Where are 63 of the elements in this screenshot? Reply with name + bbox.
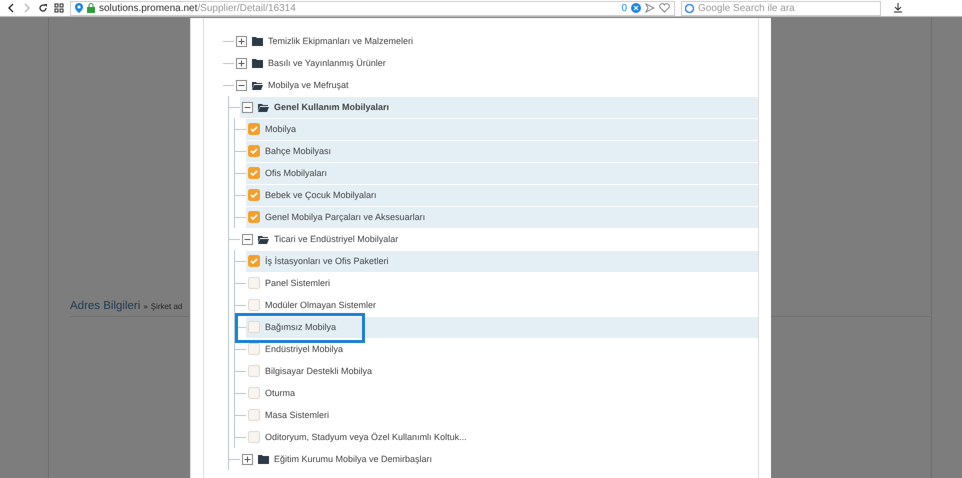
checkbox[interactable] [248, 299, 260, 311]
collapse-toggle[interactable] [242, 102, 253, 112]
option-label[interactable]: Mobilya [265, 124, 296, 134]
location-pin-icon [75, 3, 83, 13]
option-label[interactable]: Bebek ve Çocuk Mobilyaları [265, 190, 377, 200]
option-label[interactable]: Bahçe Mobilyası [265, 146, 332, 156]
address-bar[interactable]: solutions.promena.net/Supplier/Detail/16314 0 [70, 0, 675, 16]
checkbox[interactable] [248, 255, 260, 267]
folder-icon [258, 102, 269, 112]
collapse-toggle[interactable] [242, 234, 253, 244]
expand-toggle[interactable] [236, 36, 247, 46]
tree-label[interactable]: Ticari ve Endüstriyel Mobilyalar [274, 234, 398, 244]
folder-icon [258, 234, 269, 244]
download-icon[interactable] [893, 3, 903, 13]
option-label[interactable]: Masa Sistemleri [265, 410, 330, 420]
option-label[interactable]: Endüstriyel Mobilya [265, 344, 344, 354]
expand-toggle[interactable] [242, 454, 253, 464]
forward-icon[interactable] [22, 3, 32, 13]
checkbox[interactable] [248, 409, 260, 421]
option-label[interactable]: Oditoryum, Stadyum veya Özel Kullanımlı Koltuk... [265, 432, 467, 442]
folder-icon [252, 58, 263, 68]
checkbox[interactable] [248, 167, 260, 179]
expand-toggle[interactable] [236, 58, 247, 68]
checkbox[interactable] [248, 211, 260, 223]
section-title: Adres Bilgileri [70, 300, 140, 312]
checkbox[interactable] [248, 123, 260, 135]
option-label[interactable]: Oturma [265, 388, 296, 398]
option-label[interactable]: İş İstasyonları ve Ofis Paketleri [265, 256, 389, 266]
checkbox[interactable] [248, 343, 260, 355]
checkbox[interactable] [248, 189, 260, 201]
tree-label[interactable]: Mobilya ve Mefruşat [268, 80, 349, 90]
tree-label[interactable]: Eğitim Kurumu Mobilya ve Demirbaşları [274, 454, 432, 464]
reload-icon[interactable] [38, 3, 48, 13]
counter-text: 0 [621, 2, 627, 14]
option-label[interactable]: Panel Sistemleri [265, 278, 330, 288]
heart-icon[interactable] [659, 3, 670, 13]
collapse-toggle[interactable] [236, 80, 247, 90]
tree-label[interactable]: Genel Kullanım Mobilyaları [274, 102, 390, 112]
section-subtitle: Şirket ad [150, 302, 182, 311]
option-label[interactable]: Bağımsız Mobilya [265, 322, 336, 332]
checkbox[interactable] [248, 145, 260, 157]
back-icon[interactable] [6, 3, 16, 13]
url-text: solutions.promena.net/Supplier/Detail/16314 [99, 2, 296, 14]
option-label[interactable]: Ofis Mobilyaları [265, 168, 328, 178]
folder-icon [258, 454, 269, 464]
option-label[interactable]: Modüler Olmayan Sistemler [265, 300, 376, 310]
grid-icon[interactable] [54, 3, 64, 13]
checkbox[interactable] [248, 431, 260, 443]
lock-icon [87, 3, 95, 13]
checkbox[interactable] [248, 365, 260, 377]
tree-label[interactable]: Temizlik Ekipmanları ve Malzemeleri [268, 36, 414, 46]
tree-label[interactable]: Basılı ve Yayınlanmış Ürünler [268, 58, 386, 68]
folder-icon [252, 36, 263, 46]
option-label[interactable]: Genel Mobilya Parçaları ve Aksesuarları [265, 212, 426, 222]
option-label[interactable]: Bilgisayar Destekli Mobilya [265, 366, 372, 376]
checkbox[interactable] [248, 321, 260, 333]
folder-icon [252, 80, 263, 90]
checkbox[interactable] [248, 387, 260, 399]
checkbox[interactable] [248, 277, 260, 289]
shield-icon[interactable] [631, 3, 641, 13]
send-icon[interactable] [645, 3, 655, 13]
search-field[interactable]: Google Search ile ara [681, 0, 881, 16]
breadcrumb-separator: » [143, 302, 148, 311]
